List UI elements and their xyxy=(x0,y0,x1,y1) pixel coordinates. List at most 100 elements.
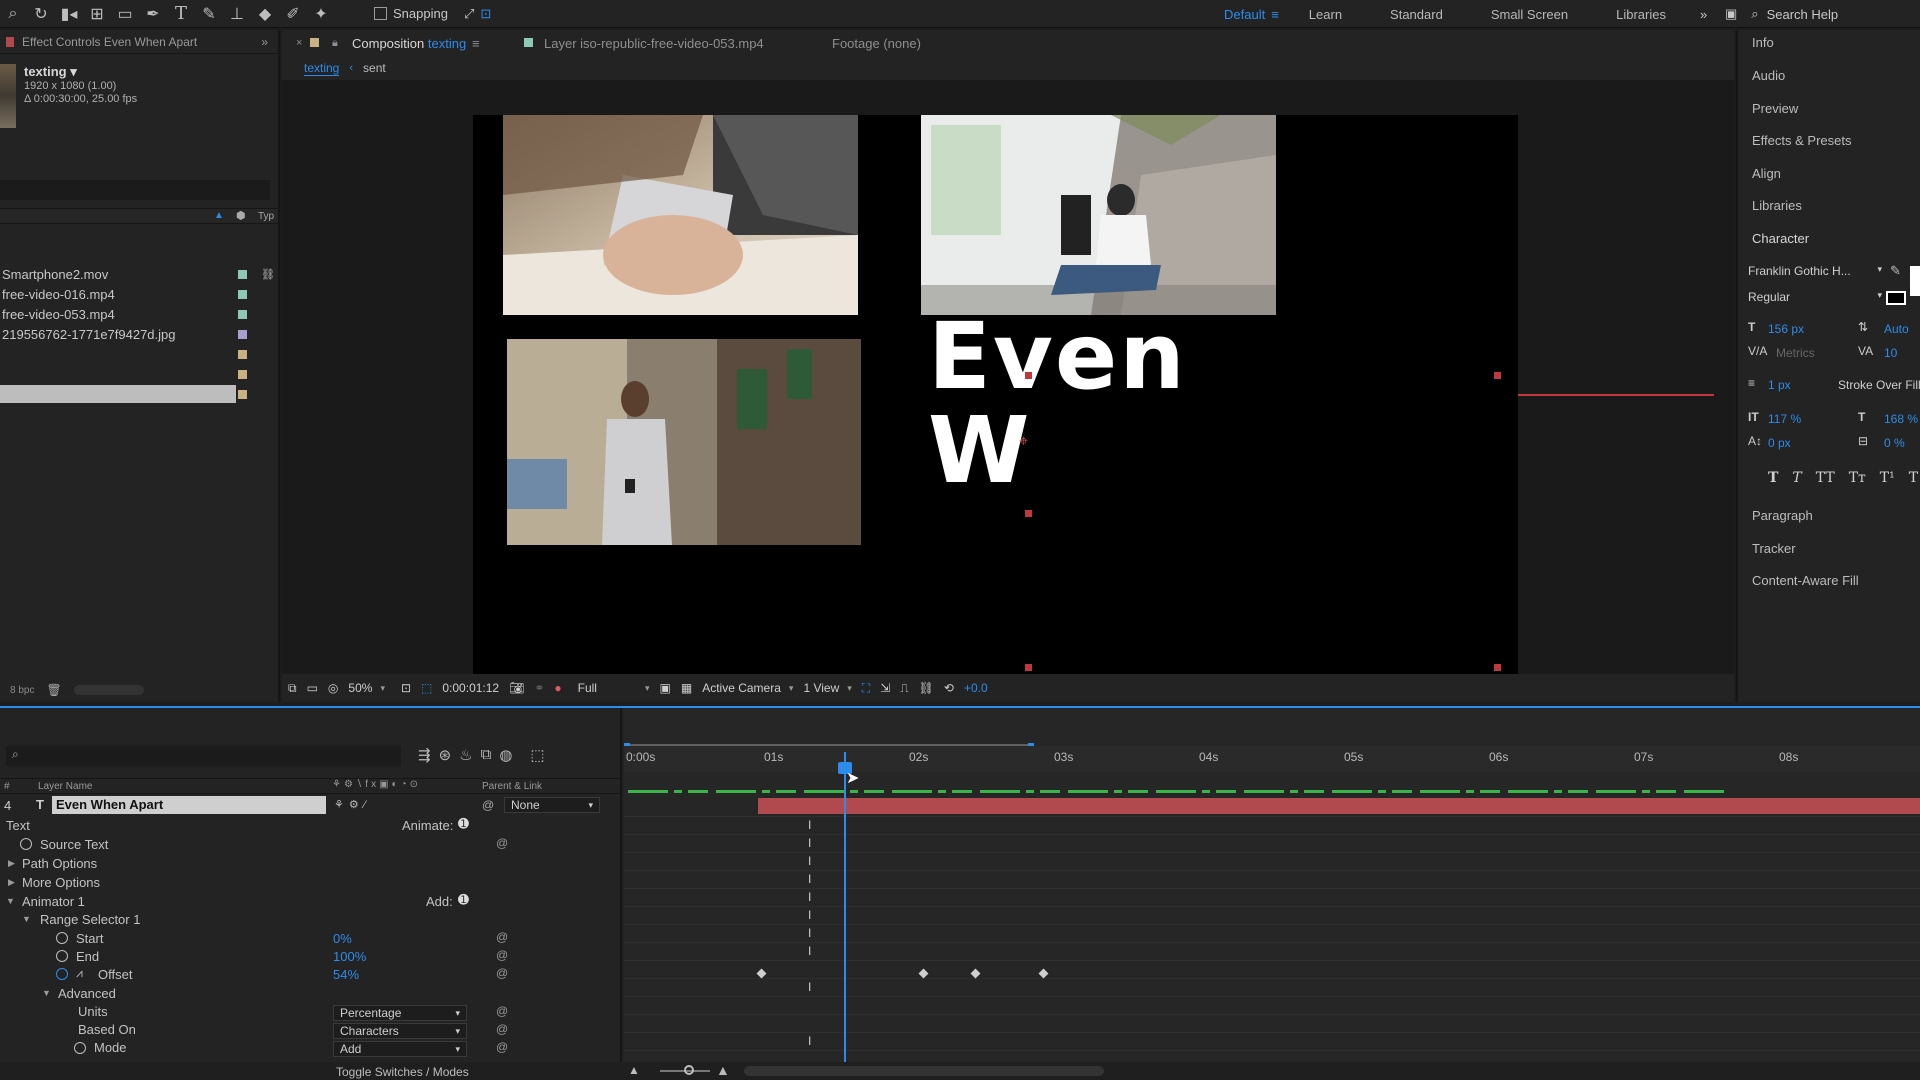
type-column-header[interactable]: Typ xyxy=(258,211,274,222)
end-value[interactable]: 100% xyxy=(333,949,366,964)
label-tag-icon[interactable]: ⬢ xyxy=(236,209,246,222)
project-item[interactable] xyxy=(0,384,278,404)
prop-path-options[interactable]: Path Options xyxy=(22,856,97,874)
comp-mini-flowchart-icon[interactable]: ⇶ xyxy=(418,746,431,764)
close-tab-icon[interactable]: × xyxy=(296,37,302,49)
panel-paragraph[interactable]: Paragraph xyxy=(1752,508,1813,523)
canvas-area[interactable]: Even W ⌖ xyxy=(282,80,1734,679)
brush-tool-icon[interactable]: ✎ xyxy=(196,1,222,27)
layer-tab[interactable]: Layer iso-republic-free-video-053.mp4 xyxy=(544,36,764,51)
text-bbox-handle-bl[interactable] xyxy=(1025,664,1032,671)
faux-italic-button[interactable]: T xyxy=(1792,470,1801,486)
text-bbox-handle-ml[interactable] xyxy=(1025,510,1032,517)
label-color-swatch[interactable] xyxy=(238,309,247,319)
fit-frame-icon[interactable]: ⊡ xyxy=(401,681,411,695)
clone-stamp-tool-icon[interactable]: ⊥ xyxy=(224,1,250,27)
shy-layers-icon[interactable]: ♨ xyxy=(459,746,472,764)
panel-content-aware-fill[interactable]: Content-Aware Fill xyxy=(1752,573,1859,588)
path-options-twirl-icon[interactable]: ▶ xyxy=(8,858,15,869)
panel-info[interactable]: Info xyxy=(1752,35,1774,50)
mode-expression-icon[interactable]: @ xyxy=(496,1040,508,1054)
timeline-graph-area[interactable]: 0:00s 01s 02s 03s 04s 05s 06s 07s 08s I … xyxy=(624,708,1920,1080)
subscript-button[interactable]: T xyxy=(1909,470,1918,486)
panel-libraries[interactable]: Libraries xyxy=(1752,198,1802,213)
always-preview-icon[interactable]: ⧉ xyxy=(288,681,297,696)
transparency-grid-icon[interactable]: ▦ xyxy=(681,681,692,695)
panel-tracker[interactable]: Tracker xyxy=(1752,541,1796,556)
timeline-search-input[interactable]: ⌕ xyxy=(6,746,401,766)
search-help[interactable]: ▣ ⌕ Search Help xyxy=(1725,4,1920,24)
faux-bold-button[interactable]: T xyxy=(1768,470,1778,486)
snapshot-icon[interactable]: 📷︎ xyxy=(509,681,524,695)
project-item[interactable] xyxy=(0,364,278,384)
label-color-swatch[interactable] xyxy=(238,289,247,299)
pen-tool-icon[interactable]: ✒ xyxy=(140,1,166,27)
prop-start[interactable]: Start xyxy=(76,931,103,949)
vr-icon[interactable]: ◎ xyxy=(328,681,338,695)
label-color-swatch[interactable] xyxy=(238,269,247,279)
rotate-tool-icon[interactable]: ↻ xyxy=(28,1,54,27)
offset-stopwatch-icon[interactable] xyxy=(56,968,68,980)
start-stopwatch-icon[interactable] xyxy=(56,932,68,944)
thumbnail-slider[interactable] xyxy=(73,685,144,695)
toggle-pixel-aspect-icon[interactable]: ⛶ xyxy=(862,681,870,696)
color-channels-icon[interactable]: ● xyxy=(554,681,561,695)
label-color-swatch[interactable] xyxy=(238,349,247,359)
draft-3d-icon[interactable]: ⊛ xyxy=(439,746,452,764)
flowchart-icon[interactable]: ⛓ xyxy=(919,681,934,695)
font-style-dropdown[interactable]: Regular ▾ xyxy=(1748,290,1882,308)
animator-twirl-icon[interactable]: ▼ xyxy=(6,896,15,906)
tracking-value[interactable]: 10 xyxy=(1884,346,1897,360)
all-caps-button[interactable]: TT xyxy=(1816,470,1835,486)
video-man-street[interactable] xyxy=(507,339,861,545)
reset-exposure-icon[interactable]: ⟲ xyxy=(944,681,954,695)
roto-brush-tool-icon[interactable]: ✐ xyxy=(280,1,306,27)
label-color-swatch[interactable] xyxy=(238,329,247,339)
snapping-checkbox[interactable] xyxy=(374,7,387,20)
prop-source-text[interactable]: Source Text xyxy=(40,837,108,855)
offset-graph-icon[interactable]: ⩘ xyxy=(76,966,83,981)
advanced-twirl-icon[interactable]: ▼ xyxy=(42,988,51,998)
mode-dropdown[interactable]: Add ▾ xyxy=(333,1041,467,1057)
baseline-shift-value[interactable]: 0 px xyxy=(1768,436,1791,450)
layer-switches[interactable]: ⚘⚙∕ xyxy=(334,798,371,811)
offset-keyframe[interactable] xyxy=(970,968,981,979)
panel-align[interactable]: Align xyxy=(1752,166,1781,181)
start-expression-icon[interactable]: @ xyxy=(496,930,508,944)
comp-canvas[interactable]: Even W ⌖ xyxy=(473,115,1518,677)
pan-behind-tool-icon[interactable]: ⊞ xyxy=(84,1,110,27)
project-item[interactable]: Smartphone2.mov ⛓ xyxy=(0,264,278,284)
exposure-value[interactable]: +0.0 xyxy=(964,681,988,695)
tsume-value[interactable]: 0 % xyxy=(1884,436,1905,450)
text-bbox-handle-tr[interactable] xyxy=(1494,372,1501,379)
superscript-button[interactable]: T¹ xyxy=(1880,470,1895,486)
type-tool-icon[interactable]: T xyxy=(168,1,194,27)
workspace-panel-icon[interactable]: ▣ xyxy=(1725,6,1737,22)
graph-editor-icon[interactable]: ⬚ xyxy=(530,746,544,764)
anchor-point-icon[interactable]: ⌖ xyxy=(1019,433,1028,451)
leading-value[interactable]: Auto xyxy=(1884,322,1909,336)
source-text-expression-icon[interactable]: @ xyxy=(496,836,508,850)
column-parent-header[interactable]: Parent & Link xyxy=(482,781,542,792)
flow-icon[interactable]: ⛓ xyxy=(261,268,275,281)
pickwhip-icon[interactable]: @ xyxy=(482,798,494,812)
mode-stopwatch-icon[interactable] xyxy=(74,1042,86,1054)
project-item[interactable]: free-video-053.mp4 xyxy=(0,304,278,324)
prop-range-selector-1[interactable]: Range Selector 1 xyxy=(40,912,140,930)
prop-more-options[interactable]: More Options xyxy=(22,875,100,893)
text-bbox-handle-tl[interactable] xyxy=(1025,372,1032,379)
search-help-input[interactable]: Search Help xyxy=(1767,7,1839,22)
label-color-swatch[interactable] xyxy=(238,389,247,399)
source-text-stopwatch-icon[interactable] xyxy=(20,838,32,850)
workspace-menu-icon[interactable]: ≡ xyxy=(1271,7,1279,22)
end-stopwatch-icon[interactable] xyxy=(56,950,68,962)
eyedropper-icon[interactable]: ✎ xyxy=(1890,263,1901,279)
resolution-dropdown[interactable]: Full ▾ xyxy=(578,681,650,695)
prop-animator-1[interactable]: Animator 1 xyxy=(22,894,85,912)
current-time-indicator-line[interactable] xyxy=(844,752,846,1080)
prop-end[interactable]: End xyxy=(76,949,99,967)
rectangle-tool-icon[interactable]: ▭ xyxy=(112,1,138,27)
puppet-tool-icon[interactable]: ✦ xyxy=(308,1,334,27)
camera-dropdown[interactable]: Active Camera ▾ xyxy=(702,681,793,695)
panel-preview[interactable]: Preview xyxy=(1752,101,1798,116)
